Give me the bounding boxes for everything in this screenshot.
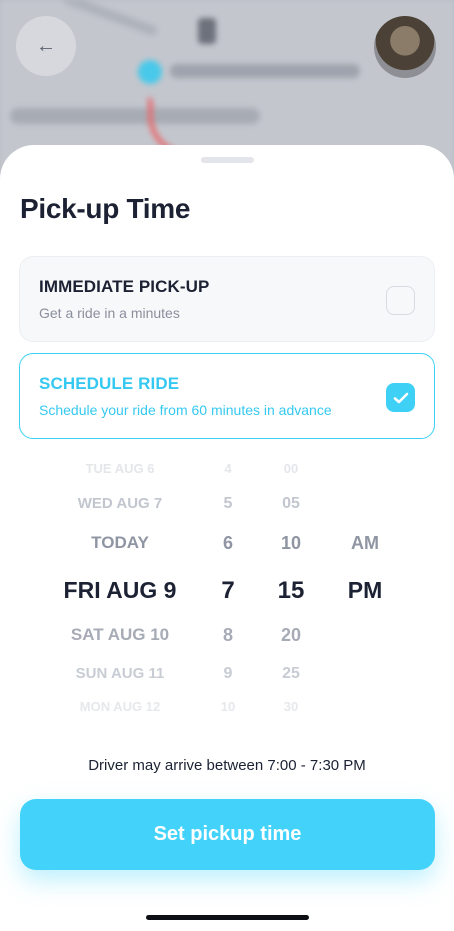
ampm-wheel[interactable]: AM PM — [330, 455, 400, 725]
picker-option[interactable]: 00 — [262, 461, 320, 476]
picker-option[interactable]: 8 — [200, 625, 256, 646]
schedule-ride-checkbox[interactable] — [386, 383, 415, 412]
picker-option[interactable]: 10 — [200, 699, 256, 714]
arrow-left-icon: ← — [36, 34, 56, 57]
picker-option[interactable]: SUN AUG 11 — [40, 665, 200, 682]
picker-option[interactable]: 9 — [200, 665, 256, 683]
minute-wheel[interactable]: 00 05 10 15 20 25 30 — [262, 455, 320, 725]
immediate-pickup-option[interactable]: IMMEDIATE PICK-UP Get a ride in a minute… — [19, 256, 435, 342]
picker-option-selected[interactable]: PM — [330, 577, 400, 604]
picker-option-selected[interactable]: 7 — [200, 577, 256, 605]
sheet-grabber[interactable] — [201, 157, 254, 163]
picker-option[interactable]: WED AUG 7 — [40, 495, 200, 512]
picker-option[interactable]: AM — [330, 533, 400, 554]
picker-option[interactable]: 5 — [200, 495, 256, 513]
picker-option[interactable]: 6 — [200, 533, 256, 554]
date-wheel[interactable]: TUE AUG 6 WED AUG 7 TODAY FRI AUG 9 SAT … — [40, 455, 200, 725]
checkmark-icon — [393, 392, 408, 403]
page-title: Pick-up Time — [20, 193, 191, 224]
option-title: SCHEDULE RIDE — [39, 374, 180, 393]
picker-option[interactable]: TUE AUG 6 — [40, 461, 200, 476]
map-building — [198, 18, 216, 44]
option-subtitle: Get a ride in a minutes — [39, 305, 180, 321]
picker-option-selected[interactable]: 15 — [262, 577, 320, 605]
arrival-window-note: Driver may arrive between 7:00 - 7:30 PM — [88, 757, 366, 774]
picker-option[interactable]: 30 — [262, 699, 320, 714]
date-time-picker[interactable]: TUE AUG 6 WED AUG 7 TODAY FRI AUG 9 SAT … — [0, 455, 454, 725]
picker-option[interactable]: 10 — [262, 533, 320, 554]
picker-option[interactable]: 20 — [262, 625, 320, 646]
hour-wheel[interactable]: 4 5 6 7 8 9 10 — [200, 455, 256, 725]
avatar[interactable] — [374, 16, 436, 78]
immediate-pickup-checkbox[interactable] — [386, 286, 415, 315]
back-button[interactable]: ← — [16, 16, 76, 76]
picker-option[interactable]: SAT AUG 10 — [40, 625, 200, 645]
home-indicator — [146, 915, 309, 920]
option-title: IMMEDIATE PICK-UP — [39, 277, 210, 296]
pickup-time-sheet: Pick-up Time IMMEDIATE PICK-UP Get a rid… — [0, 145, 454, 931]
location-pin-icon — [138, 60, 162, 84]
picker-option[interactable]: 05 — [262, 495, 320, 513]
schedule-ride-option[interactable]: SCHEDULE RIDE Schedule your ride from 60… — [19, 353, 435, 439]
picker-option-selected[interactable]: FRI AUG 9 — [40, 577, 200, 604]
map-road — [170, 64, 360, 78]
picker-option[interactable]: 4 — [200, 461, 256, 476]
picker-option[interactable]: TODAY — [40, 533, 200, 553]
picker-option[interactable]: 25 — [262, 665, 320, 683]
set-pickup-time-button[interactable]: Set pickup time — [20, 799, 435, 870]
picker-option[interactable]: MON AUG 12 — [40, 699, 200, 714]
map-road — [61, 0, 159, 37]
option-subtitle: Schedule your ride from 60 minutes in ad… — [39, 402, 332, 418]
